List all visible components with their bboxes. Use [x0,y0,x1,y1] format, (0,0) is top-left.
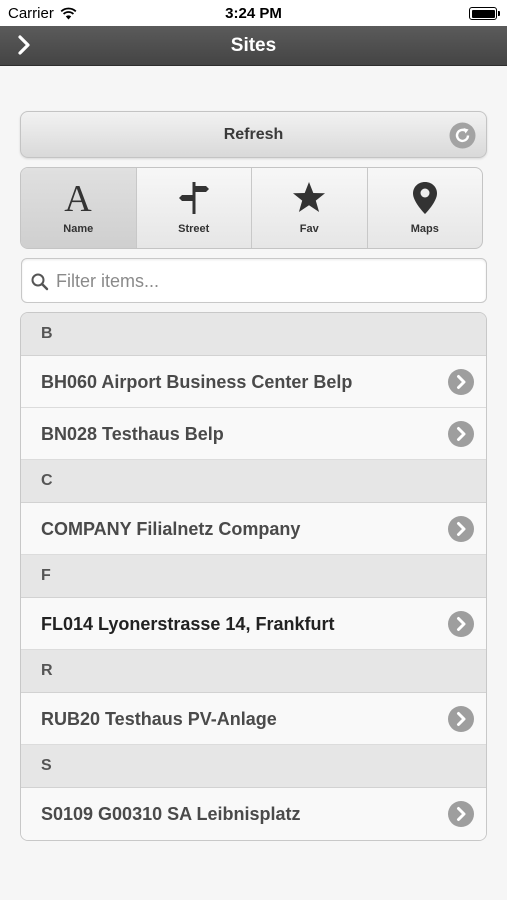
section-letter: S [41,757,52,774]
search-icon [31,273,49,291]
status-time: 3:24 PM [225,5,282,22]
tab-fav[interactable]: Fav [252,168,368,248]
refresh-icon [449,122,476,149]
chevron-right-icon [448,516,474,542]
battery-level [471,9,495,18]
tab-street[interactable]: Street [137,168,252,248]
list-item[interactable]: COMPANY Filialnetz Company [21,503,486,555]
chevron-right-icon [448,421,474,447]
star-icon [293,182,326,212]
chevron-right-icon [448,801,474,827]
signpost-icon [178,182,209,214]
section-header: S [21,745,486,788]
tab-label: Maps [410,223,439,235]
chevron-right-icon [448,706,474,732]
site-label: S0109 G00310 SA Leibnisplatz [41,804,301,824]
svg-text:A: A [65,180,93,216]
section-letter: F [41,567,51,584]
refresh-label: Refresh [223,126,284,143]
tab-label: Street [178,223,210,235]
list-item[interactable]: FL014 Lyonerstrasse 14, Frankfurt [21,598,486,650]
tab-name[interactable]: A Name [21,168,137,248]
list-item[interactable]: S0109 G00310 SA Leibnisplatz [21,788,486,840]
sort-tabs: A Name Street Fav Maps [20,167,483,249]
search-input[interactable] [56,268,476,294]
letter-a-icon: A [65,180,93,216]
section-letter: R [41,662,53,679]
site-label: COMPANY Filialnetz Company [41,519,301,539]
status-bar: Carrier 3:24 PM [0,0,507,26]
map-pin-icon [412,182,437,214]
list-item[interactable]: BH060 Airport Business Center Belp [21,356,486,408]
list-item[interactable]: BN028 Testhaus Belp [21,408,486,460]
nav-header: Sites [0,26,507,66]
section-header: B [21,313,486,356]
site-label: BN028 Testhaus Belp [41,424,224,444]
section-header: F [21,555,486,598]
search-box [21,258,487,303]
page-title: Sites [230,35,277,56]
list-item[interactable]: RUB20 Testhaus PV-Anlage [21,693,486,745]
tab-label: Name [63,223,94,235]
sites-list: B BH060 Airport Business Center Belp BN0… [20,312,487,841]
section-letter: C [41,472,53,489]
tab-label: Fav [299,223,319,235]
refresh-button[interactable]: Refresh [20,111,487,158]
tab-maps[interactable]: Maps [368,168,483,248]
chevron-right-icon [448,369,474,395]
battery-icon [469,7,500,20]
section-header: R [21,650,486,693]
site-label: BH060 Airport Business Center Belp [41,372,353,392]
section-letter: B [41,325,53,342]
section-header: C [21,460,486,503]
site-label: RUB20 Testhaus PV-Anlage [41,709,277,729]
chevron-right-icon [448,611,474,637]
site-label: FL014 Lyonerstrasse 14, Frankfurt [41,614,335,634]
